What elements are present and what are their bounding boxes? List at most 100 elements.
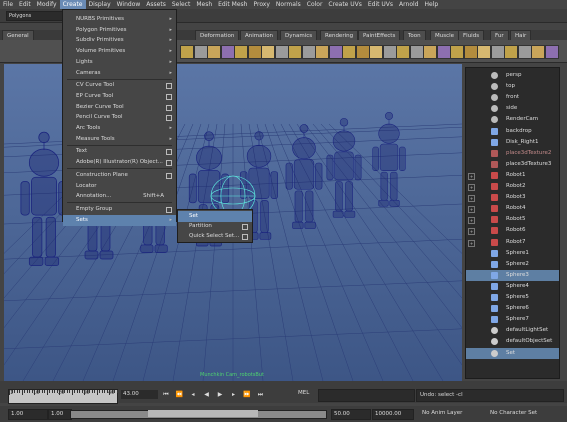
go-to-end-icon[interactable]: ⏭ [257,391,265,399]
menu-item-sets[interactable]: Sets ▸ [63,214,176,226]
outliner-item[interactable]: + Robot6 [466,225,559,236]
outliner-item[interactable]: Sphere3 [466,269,559,281]
option-box-icon[interactable] [166,93,172,100]
shelf-tool-icon[interactable] [477,45,491,59]
shelf-tool-icon[interactable] [531,45,545,59]
outliner-item[interactable]: Set [466,347,559,359]
menu-item-measure-tools[interactable]: Measure Tools ▸ [63,134,176,145]
outliner-item[interactable]: defaultLightSet [466,325,559,336]
menu-item-cv-curve-tool[interactable]: CV Curve Tool [63,80,176,91]
menu-item-text[interactable]: Text [63,146,176,157]
menu-item-cameras[interactable]: Cameras ▸ [63,68,176,79]
shelf-tool-icon[interactable] [396,45,410,59]
step-back-key-icon[interactable]: ⏪ [176,391,184,399]
outliner-item[interactable]: place3dTexture2 [466,148,559,159]
shelf-tool-icon[interactable] [315,45,329,59]
menu-item-subdiv-primitives[interactable]: Subdiv Primitives ▸ [63,35,176,46]
menu-item-locator[interactable]: Locator [63,181,176,192]
menu-item-bezier-curve-tool[interactable]: Bezier Curve Tool [63,102,176,113]
outliner-item[interactable]: + Robot3 [466,192,559,203]
expand-icon[interactable]: + [468,184,475,191]
expand-icon[interactable]: + [468,228,475,236]
shelf-tool-icon[interactable] [220,45,235,59]
outliner-item[interactable]: side [466,103,559,114]
shelf-tool-icon[interactable] [355,45,370,59]
menu-window[interactable]: Window [114,0,144,9]
menu-proxy[interactable]: Proxy [250,0,272,9]
expand-icon[interactable]: + [468,217,475,225]
menu-edit-mesh[interactable]: Edit Mesh [215,0,250,9]
shelf-tool-icon[interactable] [463,45,478,59]
menu-item-empty-group[interactable]: Empty Group [63,204,176,215]
outliner-item[interactable]: defaultObjectSet [466,336,559,347]
menu-item-volume-primitives[interactable]: Volume Primitives ▸ [63,46,176,57]
shelf-tool-icon[interactable] [409,45,424,59]
menu-item-adobe-r-illustrator-r-object[interactable]: Adobe(R) Illustrator(R) Object... [63,157,176,168]
expand-icon[interactable]: + [468,239,475,247]
shelf-tool-icon[interactable] [436,45,451,59]
expand-icon[interactable]: + [468,206,475,214]
shelf-tool-icon[interactable] [288,45,302,59]
menu-display[interactable]: Display [86,0,114,9]
menu-item-arc-tools[interactable]: Arc Tools ▸ [63,123,176,134]
robot-model[interactable] [20,131,68,266]
outliner-item[interactable]: backdrop [466,126,559,137]
outliner-item[interactable]: + Robot2 [466,181,559,192]
time-ruler[interactable]: 1 10 20 30 40 [8,389,118,404]
shelf-tool-icon[interactable] [328,45,343,59]
menu-item-pencil-curve-tool[interactable]: Pencil Curve Tool [63,112,176,123]
outliner-item[interactable]: top [466,81,559,92]
outliner-item[interactable]: front [466,92,559,103]
option-box-icon[interactable] [166,172,172,179]
outliner-item[interactable]: Sphere5 [466,292,559,303]
shelf-tool-icon[interactable] [517,45,532,59]
shelf-tool-icon[interactable] [274,45,289,59]
submenu-item-quick-select-set[interactable]: Quick Select Set... [178,231,252,242]
menu-create-uvs[interactable]: Create UVs [325,0,364,9]
outliner-item[interactable]: Sphere7 [466,314,559,325]
mel-command-input[interactable] [318,389,415,402]
expand-icon[interactable]: + [468,195,475,203]
go-to-start-icon[interactable]: ⏮ [162,391,170,399]
outliner-item[interactable]: Sphere1 [466,248,559,259]
option-box-icon[interactable] [166,160,172,167]
shelf-tool-icon[interactable] [247,45,262,59]
shelf-tool-icon[interactable] [450,45,464,59]
range-slider-handle[interactable] [148,410,258,417]
shelf-tool-icon[interactable] [490,45,505,59]
step-forward-key-icon[interactable]: ⏩ [243,391,251,399]
outliner-item[interactable]: Disk_Right1 [466,137,559,148]
menu-item-construction-plane[interactable]: Construction Plane [63,170,176,181]
mode-select[interactable]: Polygons [6,11,66,21]
step-forward-icon[interactable]: ▸ [230,391,238,399]
outliner-item[interactable]: persp [466,70,559,81]
option-box-icon[interactable] [166,104,172,111]
step-back-icon[interactable]: ◂ [189,391,197,399]
menu-edit-uvs[interactable]: Edit UVs [365,0,396,9]
menu-file[interactable]: File [0,0,16,9]
outliner-item[interactable]: + Robot7 [466,237,559,248]
shelf-tool-icon[interactable] [234,45,248,59]
end-time-field[interactable]: 10000.00 [372,409,414,420]
shelf-tool-icon[interactable] [193,45,208,59]
shelf-tool-icon[interactable] [504,45,518,59]
menu-item-nurbs-primitives[interactable]: NURBS Primitives ▸ [63,14,176,25]
playback-start-field[interactable]: 1.00 [48,409,72,420]
playback-end-field[interactable]: 50.00 [331,409,371,420]
anim-layer-select[interactable]: No Anim Layer [422,410,462,416]
shelf-tool-icon[interactable] [369,45,383,59]
shelf-tool-icon[interactable] [342,45,356,59]
option-box-icon[interactable] [166,206,172,213]
option-box-icon[interactable] [166,83,172,90]
menu-item-lights[interactable]: Lights ▸ [63,57,176,68]
menu-mesh[interactable]: Mesh [193,0,215,9]
outliner-item[interactable]: RenderCam [466,114,559,125]
robot-model[interactable] [372,111,406,207]
menu-item-annotation[interactable]: Annotation... Shift+A [63,191,176,202]
play-forward-icon[interactable]: ▶ [216,391,224,399]
outliner-item[interactable]: place3dTexture3 [466,159,559,170]
play-back-icon[interactable]: ◀ [203,391,211,399]
robot-model[interactable] [326,118,362,218]
shelf-tool-icon[interactable] [261,45,275,59]
menu-assets[interactable]: Assets [143,0,169,9]
